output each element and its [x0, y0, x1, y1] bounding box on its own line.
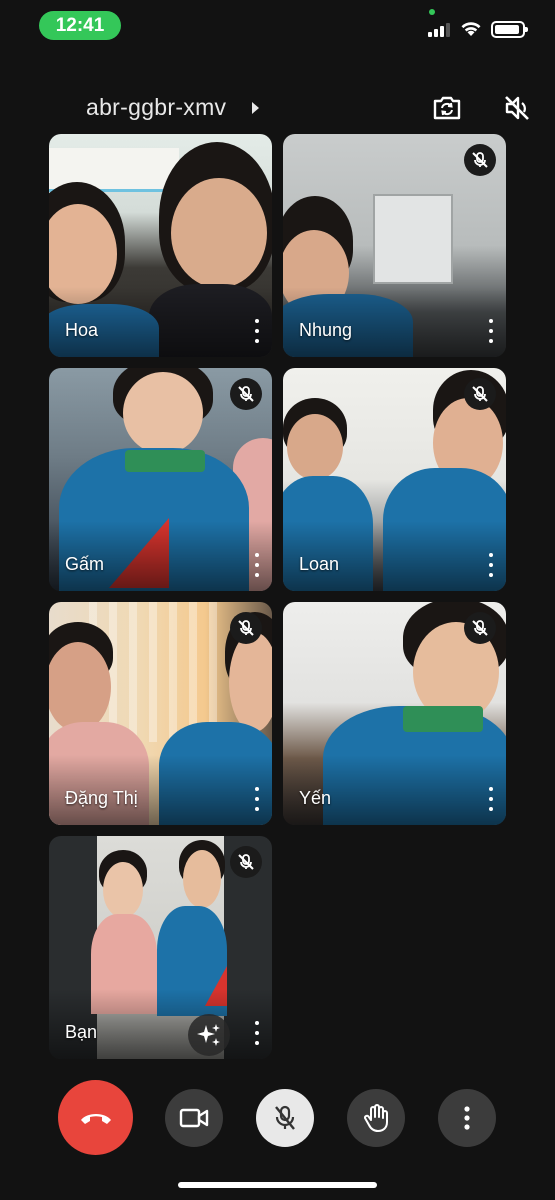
more-options-icon[interactable]: [252, 787, 262, 811]
mic-muted-icon: [230, 378, 262, 410]
more-options-icon[interactable]: [252, 553, 262, 577]
speaker-muted-icon: [505, 96, 529, 120]
mic-muted-icon: [464, 144, 496, 176]
participant-tile[interactable]: Đặng Thị: [49, 602, 272, 825]
home-indicator[interactable]: [178, 1182, 377, 1188]
participant-tile[interactable]: Hoa: [49, 134, 272, 357]
participant-name: Yến: [299, 788, 332, 808]
call-controls-bar: [0, 1080, 555, 1156]
vertical-dots-icon: [464, 1106, 470, 1130]
participant-name: Bạn: [65, 1022, 98, 1042]
more-options-icon[interactable]: [486, 553, 496, 577]
participant-name: Gấm: [65, 554, 105, 574]
mic-muted-icon: [464, 612, 496, 644]
participant-name: Nhung: [299, 320, 353, 340]
microphone-toggle-button[interactable]: [256, 1089, 314, 1147]
status-bar: 12:41: [0, 0, 555, 52]
mic-muted-icon: [464, 378, 496, 410]
mic-off-icon: [275, 1105, 295, 1130]
mic-muted-icon: [230, 612, 262, 644]
end-call-button[interactable]: [58, 1080, 133, 1155]
participant-name: Hoa: [65, 320, 99, 340]
participant-tile[interactable]: Gấm: [49, 368, 272, 591]
participant-tile[interactable]: Loan: [283, 368, 506, 591]
privacy-indicator-dot: [429, 9, 435, 15]
participant-name: Loan: [299, 554, 340, 574]
camera-toggle-button[interactable]: [165, 1089, 223, 1147]
more-options-icon[interactable]: [486, 319, 496, 343]
switch-camera-icon: [433, 96, 461, 120]
self-view-tile[interactable]: Bạn: [49, 836, 272, 1059]
meet-call-screen: 12:41 abr-ggbr-xmv Hoa Nhung Gấm Loan Đặ…: [0, 0, 555, 1200]
raise-hand-button[interactable]: [347, 1089, 405, 1147]
battery-icon: [491, 21, 528, 38]
cellular-signal-icon: [428, 22, 454, 37]
more-options-icon[interactable]: [486, 787, 496, 811]
phone-hangup-icon: [80, 1113, 111, 1124]
mic-muted-icon: [230, 846, 262, 878]
call-header: abr-ggbr-xmv: [0, 88, 555, 128]
effects-button[interactable]: [188, 1014, 230, 1056]
participant-tile[interactable]: Nhung: [283, 134, 506, 357]
wifi-icon: [461, 22, 481, 36]
hand-icon: [364, 1104, 388, 1132]
participant-name: Đặng Thị: [65, 788, 138, 808]
sparkle-icon: [197, 1024, 220, 1046]
meeting-code[interactable]: abr-ggbr-xmv: [86, 94, 226, 121]
status-time: 12:41: [39, 11, 121, 40]
chevron-right-icon[interactable]: [252, 102, 259, 114]
speaker-off-button[interactable]: [501, 92, 533, 124]
participant-tile[interactable]: Yến: [283, 602, 506, 825]
more-options-icon[interactable]: [252, 1021, 262, 1045]
video-camera-icon: [179, 1108, 209, 1128]
more-options-icon[interactable]: [252, 319, 262, 343]
more-options-button[interactable]: [438, 1089, 496, 1147]
switch-camera-button[interactable]: [431, 92, 463, 124]
